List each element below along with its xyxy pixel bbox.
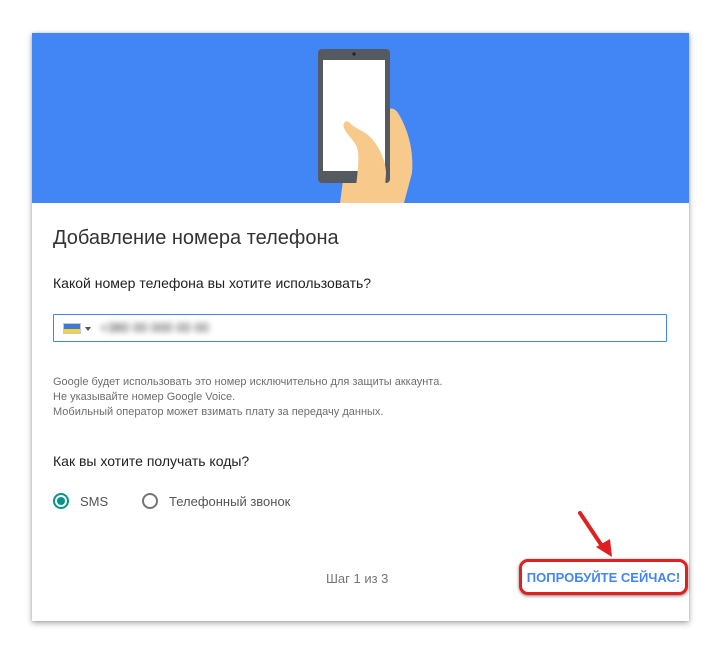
ukraine-flag-icon[interactable] <box>63 323 81 334</box>
phone-number-input[interactable]: +380 00 000 00 00 <box>53 314 667 342</box>
country-dropdown-chevron-icon[interactable] <box>85 327 91 331</box>
codes-question-label: Как вы хотите получать коды? <box>53 453 250 469</box>
radio-sms[interactable]: SMS <box>53 490 108 512</box>
radio-phone-call-label[interactable]: Телефонный звонок <box>169 494 290 509</box>
radio-sms-label[interactable]: SMS <box>80 494 108 509</box>
note-line: Не указывайте номер Google Voice. <box>53 391 236 403</box>
red-arrow-icon <box>578 511 612 557</box>
header-banner <box>32 33 689 203</box>
note-line: Google будет использовать это номер искл… <box>53 376 443 388</box>
radio-phone-call[interactable]: Телефонный звонок <box>142 490 290 512</box>
note-line: Мобильный оператор может взимать плату з… <box>53 406 384 418</box>
dialog-title: Добавление номера телефона <box>53 227 339 249</box>
radio-checked-icon[interactable] <box>53 493 69 509</box>
step-indicator: Шаг 1 из 3 <box>326 571 389 586</box>
add-phone-dialog: Добавление номера телефона Какой номер т… <box>32 33 689 621</box>
try-now-button[interactable]: ПОПРОБУЙТЕ СЕЙЧАС! <box>522 562 685 592</box>
phone-number-value: +380 00 000 00 00 <box>100 320 209 335</box>
try-now-highlight: ПОПРОБУЙТЕ СЕЙЧАС! <box>519 559 688 595</box>
screen: Добавление номера телефона Какой номер т… <box>0 0 721 654</box>
hand-holding-phone-icon <box>32 33 689 203</box>
phone-question-label: Какой номер телефона вы хотите использов… <box>53 275 372 291</box>
phone-usage-note: Google будет использовать это номер искл… <box>53 375 442 420</box>
radio-unchecked-icon[interactable] <box>142 493 158 509</box>
